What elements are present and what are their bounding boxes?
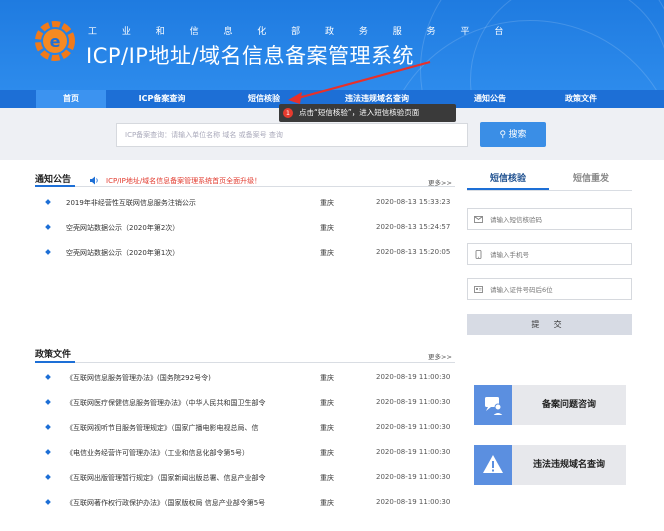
search-icon: ⚲ [499,129,509,139]
consult-label: 备案问题咨询 [541,400,596,410]
guide-tooltip: 1 点击“短信核验”，进入短信核验页面 [279,104,456,122]
item-location: 重庆 [320,249,334,257]
list-item[interactable]: 《互联网医疗保健信息服务管理办法》（中华人民共和国卫生部令 重庆 2020-08… [45,398,456,410]
item-location: 重庆 [320,224,334,232]
policy-title-underline [35,361,75,363]
sms-code-field [467,208,632,230]
illegal-query-card[interactable]: 违法违规域名查询 [474,445,626,485]
nav-item-policy[interactable]: 政策文件 [548,90,614,108]
search-button[interactable]: ⚲ 搜索 [480,122,546,147]
item-datetime: 2020-08-19 11:00:30 [376,423,451,431]
item-title: 《互联网出版管理暂行规定》（国家新闻出版总署、信息产业部令 [66,474,266,482]
list-item[interactable]: 2019年非经营性互联网信息服务注销公示 重庆 2020-08-13 15:33… [45,198,456,210]
submit-button[interactable]: 提 交 [467,314,632,335]
id-field [467,278,632,300]
bullet-icon [45,249,51,255]
page: e 工 业 和 信 息 化 部 政 务 服 务 平 台 ICP/IP地址/域名信… [0,0,664,531]
illegal-query-icon-box [474,445,512,485]
phone-icon [475,250,482,259]
item-title: 《互联网信息服务管理办法》(国务院292号令) [66,374,211,382]
item-title: 《互联网著作权行政保护办法》（国家版权局 信息产业部令第5号 [66,499,266,507]
item-datetime: 2020-08-13 15:24:57 [376,223,451,231]
list-item[interactable]: 《电信业务经营许可管理办法》（工业和信息化部令第5号） 重庆 2020-08-1… [45,448,456,460]
message-icon [474,216,483,223]
bullet-icon [45,224,51,230]
item-title: 2019年非经营性互联网信息服务注销公示 [66,199,196,207]
svg-text:e: e [50,32,61,51]
sms-code-input[interactable] [490,212,628,227]
bullet-icon [45,499,51,505]
tooltip-text: 点击“短信核验”，进入短信核验页面 [299,108,420,117]
list-item[interactable]: 空壳网站数据公示（2020年第1次） 重庆 2020-08-13 15:20:0… [45,248,456,260]
bullet-icon [45,449,51,455]
item-title: 《电信业务经营许可管理办法》（工业和信息化部令第5号） [66,449,249,457]
item-title: 空壳网站数据公示（2020年第2次） [66,224,180,232]
list-item[interactable]: 《互联网著作权行政保护办法》（国家版权局 信息产业部令第5号 重庆 2020-0… [45,498,456,510]
item-location: 重庆 [320,399,334,407]
notice-section-title: 通知公告 [35,175,72,185]
header-title: ICP/IP地址/域名信息备案管理系统 [86,44,415,68]
item-location: 重庆 [320,199,334,207]
item-location: 重庆 [320,499,334,507]
divider [35,362,455,363]
search-input[interactable] [116,123,468,147]
item-datetime: 2020-08-13 15:33:23 [376,198,451,206]
logo-icon: e [35,21,75,61]
speaker-icon [90,176,98,185]
consult-card[interactable]: 备案问题咨询 [474,385,626,425]
chat-icon [485,397,504,416]
bullet-icon [45,374,51,380]
list-item[interactable]: 《互联网信息服务管理办法》(国务院292号令) 重庆 2020-08-19 11… [45,373,456,385]
warning-icon [483,455,503,473]
list-item[interactable]: 空壳网站数据公示（2020年第2次） 重庆 2020-08-13 15:24:5… [45,223,456,235]
step-badge: 1 [283,108,293,118]
search-button-label: 搜索 [508,129,527,139]
nav-item-home[interactable]: 首页 [36,90,106,108]
item-title: 空壳网站数据公示（2020年第1次） [66,249,180,257]
item-datetime: 2020-08-19 11:00:30 [376,448,451,456]
notice-title-underline [35,185,75,187]
notice-scroll-text[interactable]: ICP/IP地址/域名信息备案管理系统首页全面升级！ [106,176,261,186]
tab-sms-verify[interactable]: 短信核验 [467,168,549,190]
bullet-icon [45,199,51,205]
notice-more-link[interactable]: 更多>> [428,177,452,187]
item-datetime: 2020-08-19 11:00:30 [376,398,451,406]
list-item[interactable]: 《互联网出版管理暂行规定》（国家新闻出版总署、信息产业部令 重庆 2020-08… [45,473,456,485]
id-card-icon [474,286,483,293]
item-datetime: 2020-08-19 11:00:30 [376,373,451,381]
header-banner: e 工 业 和 信 息 化 部 政 务 服 务 平 台 ICP/IP地址/域名信… [0,0,664,90]
item-datetime: 2020-08-19 11:00:30 [376,473,451,481]
phone-field [467,243,632,265]
id-number-input[interactable] [490,282,628,297]
phone-input[interactable] [490,247,628,262]
policy-more-link[interactable]: 更多>> [428,351,452,361]
bullet-icon [45,474,51,480]
illegal-query-label: 违法违规域名查询 [532,460,605,470]
consult-icon-box [474,385,512,425]
nav-item-icp-query[interactable]: ICP备案查询 [125,90,199,108]
item-location: 重庆 [320,474,334,482]
item-location: 重庆 [320,449,334,457]
divider [467,190,632,191]
nav-item-notice[interactable]: 通知公告 [460,90,520,108]
list-item[interactable]: 《互联网视听节目服务管理规定》（国家广播电影电视总局、信 重庆 2020-08-… [45,423,456,435]
item-datetime: 2020-08-13 15:20:05 [376,248,451,256]
bullet-icon [45,424,51,430]
tab-sms-resend[interactable]: 短信重发 [550,168,632,190]
item-datetime: 2020-08-19 11:00:30 [376,498,451,506]
policy-section-title: 政策文件 [35,350,72,360]
header-subtitle: 工 业 和 信 息 化 部 政 务 服 务 平 台 [88,27,515,37]
item-location: 重庆 [320,424,334,432]
bullet-icon [45,399,51,405]
item-title: 《互联网视听节目服务管理规定》（国家广播电影电视总局、信 [66,424,259,432]
divider [35,186,455,187]
item-title: 《互联网医疗保健信息服务管理办法》（中华人民共和国卫生部令 [66,399,266,407]
item-location: 重庆 [320,374,334,382]
sms-tabs: 短信核验 短信重发 [467,168,632,190]
